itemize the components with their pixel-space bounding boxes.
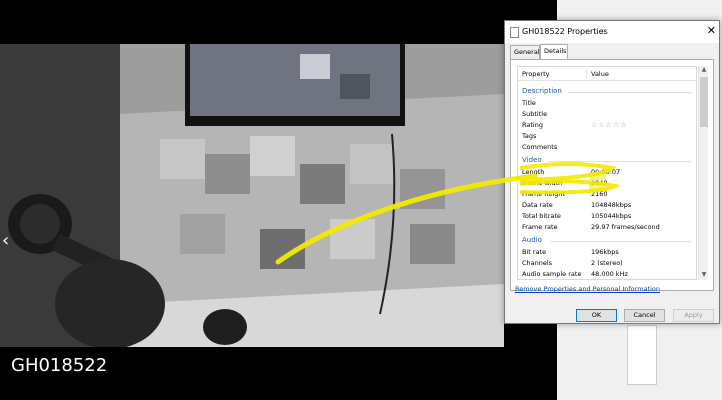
property-value: 196kbps: [591, 248, 619, 256]
column-divider[interactable]: [586, 69, 587, 79]
list-item[interactable]: Length 00:00:07: [522, 168, 696, 177]
property-name: Frame height: [522, 190, 566, 198]
list-item[interactable]: Frame rate 29.97 frames/second: [522, 223, 696, 232]
dialog-titlebar[interactable]: GH018522 Properties ✕: [505, 21, 719, 43]
property-name: Subtitle: [522, 110, 548, 118]
list-item[interactable]: Channels 2 (stereo): [522, 259, 696, 268]
list-item[interactable]: Rating ☆☆☆☆☆: [522, 121, 696, 130]
list-item[interactable]: Subtitle: [522, 110, 696, 119]
file-name-caption: GH018522: [11, 355, 108, 376]
section-divider: [550, 241, 692, 242]
section-video: Video: [522, 156, 542, 164]
property-name: Frame width: [522, 179, 563, 187]
ok-button[interactable]: OK: [576, 309, 617, 322]
section-divider: [568, 92, 692, 93]
details-panel: Property Value Description Title Subtitl…: [510, 59, 714, 291]
property-name: Data rate: [522, 201, 553, 209]
property-name: Channels: [522, 259, 553, 267]
property-value: 3840: [591, 179, 608, 187]
apply-button[interactable]: Apply: [673, 309, 714, 322]
remove-properties-link[interactable]: Remove Properties and Personal Informati…: [515, 285, 660, 293]
property-name: Bit rate: [522, 248, 547, 256]
file-icon[interactable]: [627, 325, 657, 385]
property-value: 104848kbps: [591, 201, 632, 209]
vertical-scrollbar[interactable]: ▲ ▼: [698, 66, 708, 280]
tab-general[interactable]: General: [510, 45, 540, 59]
section-divider: [548, 161, 692, 162]
column-value[interactable]: Value: [591, 70, 609, 78]
property-value: 29.97 frames/second: [591, 223, 660, 231]
property-name: Total bitrate: [522, 212, 561, 220]
property-name: Comments: [522, 143, 558, 151]
property-value: 105044kbps: [591, 212, 632, 220]
dialog-title: GH018522 Properties: [522, 27, 608, 36]
property-value: 2 (stereo): [591, 259, 623, 267]
scrollbar-thumb[interactable]: [700, 77, 708, 127]
property-name: Title: [522, 99, 536, 107]
property-value: 2160: [591, 190, 608, 198]
property-name: Tags: [522, 132, 537, 140]
property-name: Frame rate: [522, 223, 558, 231]
video-frame: ‹: [0, 44, 504, 347]
property-value: 00:00:07: [591, 168, 621, 176]
list-item[interactable]: Audio sample rate 48.000 kHz: [522, 270, 696, 279]
list-item[interactable]: Frame width 3840: [522, 179, 696, 188]
rating-stars[interactable]: ☆☆☆☆☆: [591, 121, 627, 129]
scroll-down-icon[interactable]: ▼: [699, 271, 709, 280]
list-item[interactable]: Data rate 104848kbps: [522, 201, 696, 210]
list-item[interactable]: Total bitrate 105044kbps: [522, 212, 696, 221]
scroll-up-icon[interactable]: ▲: [699, 66, 709, 75]
list-item[interactable]: Frame height 2160: [522, 190, 696, 199]
previous-arrow-icon[interactable]: ‹: [2, 232, 14, 250]
file-icon: [510, 27, 519, 38]
section-description: Description: [522, 87, 562, 95]
properties-list[interactable]: Property Value Description Title Subtitl…: [517, 66, 697, 280]
list-header: Property Value: [518, 67, 696, 81]
properties-dialog: GH018522 Properties ✕ General Details Pr…: [504, 20, 720, 324]
studio-scene-image: [0, 44, 504, 347]
list-item[interactable]: Title: [522, 99, 696, 108]
close-icon[interactable]: ✕: [707, 25, 716, 36]
property-value: 48.000 kHz: [591, 270, 628, 278]
cancel-button[interactable]: Cancel: [624, 309, 665, 322]
list-item[interactable]: Bit rate 196kbps: [522, 248, 696, 257]
column-property[interactable]: Property: [522, 70, 550, 78]
property-name: Audio sample rate: [522, 270, 582, 278]
property-name: Rating: [522, 121, 543, 129]
list-item[interactable]: Tags: [522, 132, 696, 141]
section-audio: Audio: [522, 236, 542, 244]
tab-details[interactable]: Details: [540, 44, 568, 59]
list-item[interactable]: Comments: [522, 143, 696, 152]
property-name: Length: [522, 168, 545, 176]
